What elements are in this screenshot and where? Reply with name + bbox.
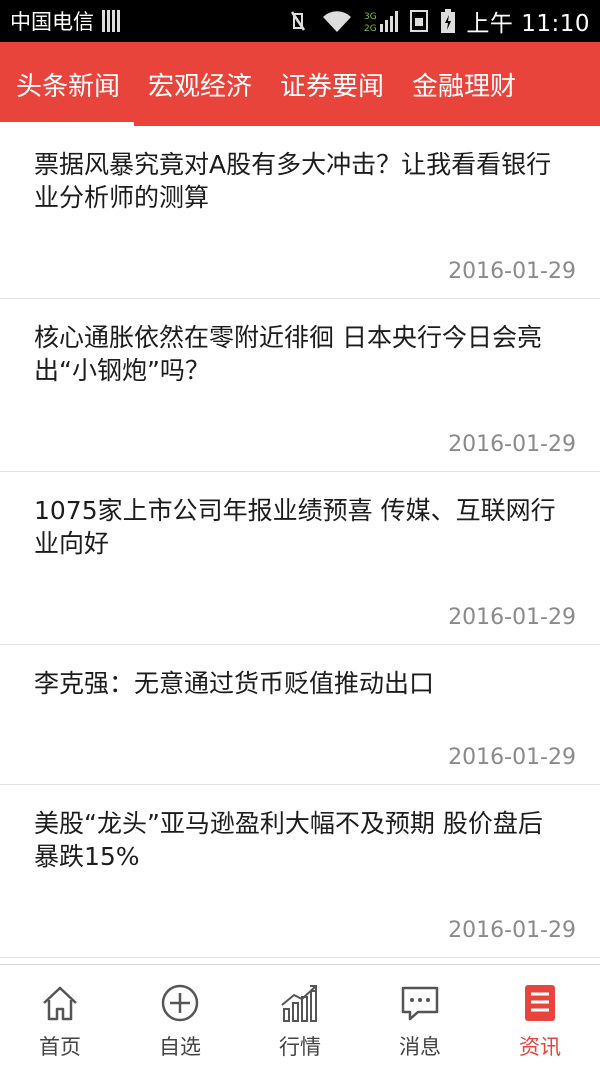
home-icon	[43, 986, 77, 1021]
nav-label: 行情	[279, 1035, 321, 1059]
news-date: 2016-01-29	[448, 259, 576, 284]
news-title: 1075家上市公司年报业绩预喜 传媒、互联网行业向好	[34, 496, 556, 558]
sim-signal-icon	[102, 10, 120, 32]
news-date: 2016-01-29	[448, 605, 576, 630]
nav-label: 消息	[399, 1035, 441, 1059]
news-item[interactable]: 李克强：无意通过货币贬值推动出口 2016-01-29	[0, 645, 600, 785]
svg-text:2G: 2G	[364, 24, 377, 34]
news-title: 核心通胀依然在零附近徘徊 日本央行今日会亮出“小钢炮”吗？	[34, 323, 542, 385]
nav-market[interactable]: 行情	[240, 965, 360, 1067]
news-item[interactable]: 核心通胀依然在零附近徘徊 日本央行今日会亮出“小钢炮”吗？ 2016-01-29	[0, 299, 600, 472]
tab-finance[interactable]: 金融理财	[398, 42, 530, 126]
nav-home[interactable]: 首页	[0, 965, 120, 1067]
nav-messages[interactable]: 消息	[360, 965, 480, 1067]
vibrate-off-icon	[291, 11, 306, 31]
news-title: 李克强：无意通过货币贬值推动出口	[34, 669, 435, 698]
cell-signal-icon: 3G 2G	[364, 11, 399, 34]
bottom-nav: 首页 自选 行情 消息 资讯	[0, 964, 600, 1067]
add-circle-icon	[161, 984, 199, 1022]
tab-securities-news[interactable]: 证券要闻	[266, 42, 398, 126]
tab-label: 头条新闻	[16, 71, 121, 102]
tab-label: 金融理财	[412, 71, 517, 102]
nav-news[interactable]: 资讯	[480, 965, 600, 1067]
news-item[interactable]: 美股“龙头”亚马逊盈利大幅不及预期 股价盘后暴跌15% 2016-01-29	[0, 785, 600, 958]
message-icon	[401, 986, 439, 1021]
news-list: 票据风暴究竟对A股有多大冲击？让我看看银行业分析师的测算 2016-01-29 …	[0, 126, 600, 958]
tab-headlines[interactable]: 头条新闻	[0, 42, 135, 126]
news-icon	[525, 985, 555, 1021]
status-bar: 中国电信 3G 2G 上午 11:10	[0, 0, 600, 42]
status-icons: 3G 2G 上午 11:10	[286, 4, 590, 38]
tab-label: 证券要闻	[280, 71, 385, 102]
news-item[interactable]: 票据风暴究竟对A股有多大冲击？让我看看银行业分析师的测算 2016-01-29	[0, 126, 600, 299]
nav-watchlist[interactable]: 自选	[120, 965, 240, 1067]
sim-card-icon	[410, 10, 429, 32]
carrier-name: 中国电信	[10, 10, 94, 34]
battery-icon	[441, 9, 456, 33]
tab-label: 宏观经济	[148, 71, 253, 102]
news-title: 美股“龙头”亚马逊盈利大幅不及预期 股价盘后暴跌15%	[34, 809, 543, 871]
nav-label: 首页	[39, 1035, 81, 1059]
category-tab-bar: 头条新闻 宏观经济 证券要闻 金融理财	[0, 42, 600, 126]
news-date: 2016-01-29	[448, 918, 576, 943]
tab-macro-economy[interactable]: 宏观经济	[134, 42, 266, 126]
status-time: 上午 11:10	[466, 11, 590, 37]
svg-text:3G: 3G	[364, 12, 377, 22]
wifi-icon	[323, 11, 352, 33]
news-item[interactable]: 1075家上市公司年报业绩预喜 传媒、互联网行业向好 2016-01-29	[0, 472, 600, 645]
market-chart-icon	[281, 985, 317, 1022]
news-date: 2016-01-29	[448, 745, 576, 770]
nav-label: 资讯	[519, 1035, 561, 1059]
news-date: 2016-01-29	[448, 432, 576, 457]
nav-label: 自选	[159, 1035, 201, 1059]
news-title: 票据风暴究竟对A股有多大冲击？让我看看银行业分析师的测算	[34, 150, 552, 212]
